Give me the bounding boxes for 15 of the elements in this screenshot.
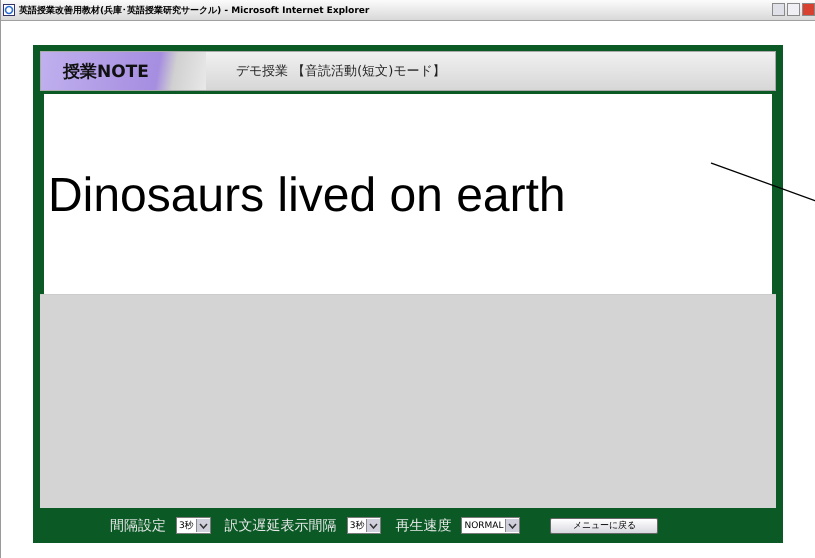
- close-button[interactable]: [802, 3, 815, 16]
- menu-button[interactable]: メニューに戻る: [550, 518, 658, 534]
- setting-label: 間隔設定: [110, 516, 166, 534]
- page-subtitle: デモ授業 【音読活動(短文)モード】: [236, 63, 446, 80]
- minimize-button[interactable]: [772, 3, 785, 16]
- setting-label: 再生速度: [395, 516, 452, 534]
- maximize-button[interactable]: [787, 3, 800, 16]
- logo: 授業NOTE: [41, 52, 206, 90]
- dropdown[interactable]: 3秒: [346, 517, 382, 534]
- setting-label: 訳文遅延表示間隔: [224, 516, 337, 534]
- browser-icon: [3, 4, 15, 16]
- dropdown[interactable]: 3秒: [176, 517, 211, 534]
- sentence-text: Dinosaurs lived on earth: [48, 168, 566, 222]
- window-title: 英語授業改善用教材(兵庫･英語授業研究サークル) - Microsoft Internet Explorer: [19, 4, 370, 16]
- dropdown[interactable]: NORMAL: [461, 517, 520, 534]
